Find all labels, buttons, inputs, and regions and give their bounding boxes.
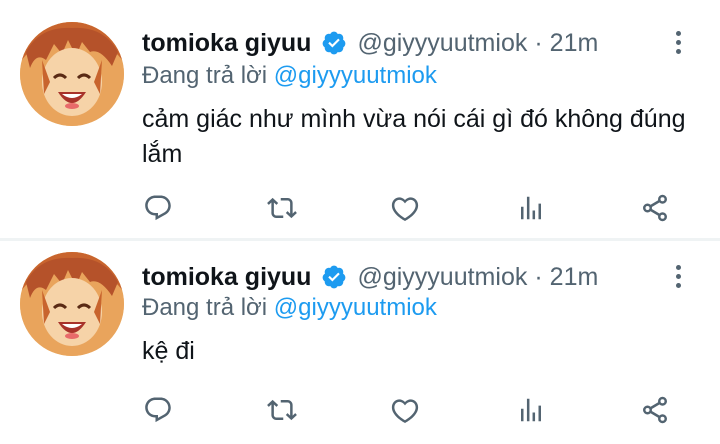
share-button[interactable] <box>637 190 673 226</box>
verified-badge-icon <box>323 265 346 289</box>
reply-context: Đang trả lời @giyyyuutmiok <box>142 62 437 90</box>
views-icon <box>521 196 541 220</box>
handle[interactable]: @giyyyuutmiok <box>357 29 527 58</box>
timestamp[interactable]: 21m <box>550 29 599 58</box>
like-icon <box>391 197 419 221</box>
like-button[interactable] <box>387 392 423 428</box>
separator: · <box>534 262 543 291</box>
share-button[interactable] <box>637 392 673 428</box>
separator: · <box>534 28 543 57</box>
verified-badge-icon <box>323 31 346 55</box>
views-icon <box>521 398 541 422</box>
reply-mention[interactable]: @giyyyuutmiok <box>274 62 437 89</box>
reply-prefix: Đang trả lời <box>142 62 268 89</box>
tweet[interactable]: tomioka giyuu @giyyyuutmiok · 21m Đang t… <box>0 241 720 444</box>
reply-context: Đang trả lời @giyyyuutmiok <box>142 294 437 322</box>
display-name[interactable]: tomioka giyuu <box>142 263 311 292</box>
avatar-image <box>20 22 124 126</box>
share-icon <box>643 396 667 424</box>
tweet-header: tomioka giyuu @giyyyuutmiok · 21m <box>142 28 598 58</box>
retweet-button[interactable] <box>264 392 300 428</box>
reply-icon <box>145 195 171 221</box>
reply-icon <box>145 397 171 423</box>
tweet-header: tomioka giyuu @giyyyuutmiok · 21m <box>142 262 598 292</box>
timestamp[interactable]: 21m <box>550 263 599 292</box>
tweet[interactable]: tomioka giyuu @giyyyuutmiok · 21m Đang t… <box>0 0 720 238</box>
reply-prefix: Đang trả lời <box>142 294 268 321</box>
retweet-icon <box>267 399 297 421</box>
avatar[interactable] <box>20 252 124 356</box>
tweet-text: kệ đi <box>142 337 195 365</box>
reply-button[interactable] <box>140 190 176 226</box>
handle[interactable]: @giyyyuutmiok <box>357 263 527 292</box>
views-button[interactable] <box>513 190 549 226</box>
more-icon[interactable] <box>668 27 688 57</box>
views-button[interactable] <box>513 392 549 428</box>
share-icon <box>643 194 667 222</box>
more-icon[interactable] <box>668 261 688 291</box>
retweet-icon <box>267 197 297 219</box>
tweet-text: cảm giác như mình vừa nói cái gì đó khôn… <box>142 105 686 168</box>
reply-mention[interactable]: @giyyyuutmiok <box>274 294 437 321</box>
avatar[interactable] <box>20 22 124 126</box>
display-name[interactable]: tomioka giyuu <box>142 29 311 58</box>
avatar-image <box>20 252 124 356</box>
tweet-actions <box>140 190 680 226</box>
like-icon <box>391 399 419 423</box>
retweet-button[interactable] <box>264 190 300 226</box>
reply-button[interactable] <box>140 392 176 428</box>
tweet-actions <box>140 392 680 428</box>
like-button[interactable] <box>387 190 423 226</box>
